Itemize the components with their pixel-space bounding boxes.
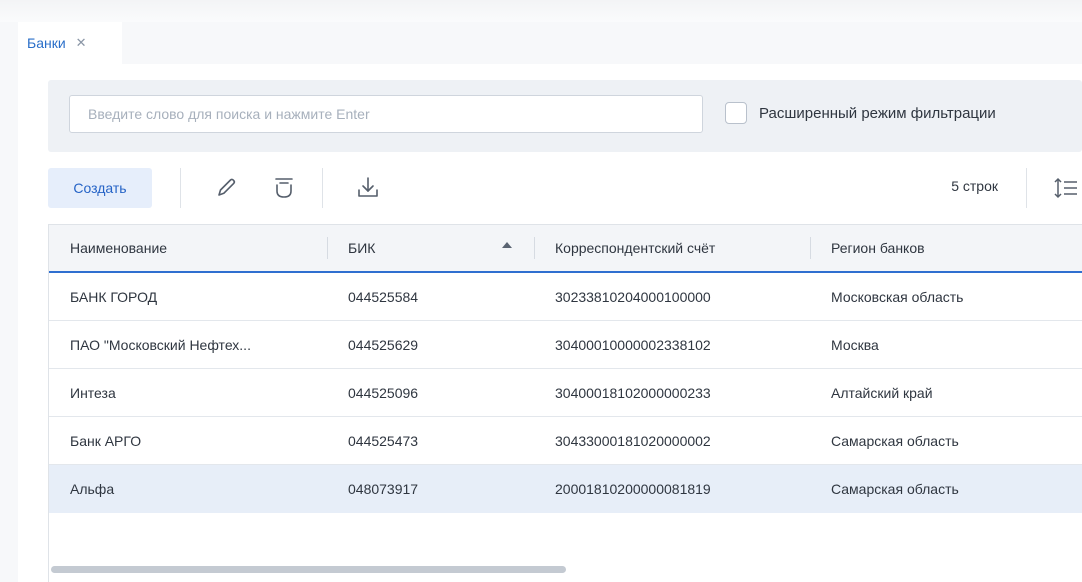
advanced-filter-checkbox[interactable] — [725, 102, 747, 124]
table-header: Наименование БИК Корреспондентский счёт … — [49, 225, 1082, 273]
cell-name: Интеза — [70, 384, 116, 401]
horizontal-scrollbar[interactable] — [51, 566, 566, 573]
app-window: Банки ✕ Расширенный режим фильтрации Соз… — [0, 0, 1082, 582]
cell-name: ПАО "Московский Нефтех... — [70, 336, 251, 353]
cell-region: Самарская область — [831, 432, 959, 449]
table-body: БАНК ГОРОД 044525584 3023381020400010000… — [49, 273, 1082, 513]
rows-count: 5 строк — [951, 178, 998, 194]
sort-ascending-icon — [502, 242, 512, 248]
create-button[interactable]: Создать — [48, 168, 152, 208]
delete-icon[interactable] — [270, 174, 298, 202]
tab-bar: Банки ✕ — [18, 22, 1082, 65]
toolbar-divider — [1026, 168, 1027, 208]
cell-account: 30400010000002338102 — [555, 336, 711, 353]
tab-banks[interactable]: Банки ✕ — [18, 22, 122, 64]
advanced-filter-label: Расширенный режим фильтрации — [759, 104, 996, 122]
toolbar-divider — [322, 168, 323, 208]
left-edge — [0, 22, 18, 582]
cell-name: Альфа — [70, 480, 115, 497]
column-header-name[interactable]: Наименование — [49, 225, 327, 271]
cell-name: Банк АРГО — [70, 432, 142, 449]
toolbar: Создать 5 строк — [48, 168, 1082, 208]
advanced-filter-toggle[interactable]: Расширенный режим фильтрации — [725, 102, 996, 124]
column-header-label: Регион банков — [831, 240, 925, 256]
table-row[interactable]: БАНК ГОРОД 044525584 3023381020400010000… — [49, 273, 1082, 321]
cell-bik: 044525629 — [348, 336, 419, 353]
cell-account: 30400018102000000233 — [555, 384, 711, 401]
cell-name: БАНК ГОРОД — [70, 288, 158, 305]
column-header-region[interactable]: Регион банков — [810, 225, 1082, 271]
banks-table: Наименование БИК Корреспондентский счёт … — [48, 224, 1082, 582]
table-row[interactable]: Банк АРГО 044525473 30433000181020000002… — [49, 417, 1082, 465]
cell-account: 20001810200000081819 — [555, 480, 711, 497]
cell-bik: 048073917 — [348, 480, 419, 497]
column-header-bik[interactable]: БИК — [327, 225, 534, 271]
tab-label: Банки — [27, 35, 66, 51]
cell-account: 30433000181020000002 — [555, 432, 711, 449]
main-content: Расширенный режим фильтрации Создать — [18, 64, 1082, 582]
cell-region: Москва — [831, 336, 879, 353]
table-row-selected[interactable]: Альфа 048073917 20001810200000081819 Сам… — [49, 465, 1082, 513]
row-height-icon[interactable] — [1052, 174, 1080, 202]
table-row[interactable]: Интеза 044525096 30400018102000000233 Ал… — [49, 369, 1082, 417]
cell-bik: 044525096 — [348, 384, 419, 401]
column-header-account[interactable]: Корреспондентский счёт — [534, 225, 810, 271]
column-header-label: Наименование — [70, 240, 168, 256]
column-header-label: БИК — [348, 240, 376, 256]
cell-region: Московская область — [831, 288, 964, 305]
edit-icon[interactable] — [212, 174, 240, 202]
column-header-label: Корреспондентский счёт — [555, 240, 716, 256]
cell-region: Алтайский край — [831, 384, 933, 401]
top-edge — [0, 0, 1082, 22]
cell-bik: 044525584 — [348, 288, 419, 305]
search-input[interactable] — [69, 95, 703, 133]
cell-bik: 044525473 — [348, 432, 419, 449]
download-icon[interactable] — [354, 174, 382, 202]
cell-account: 30233810204000100000 — [555, 288, 711, 305]
table-row[interactable]: ПАО "Московский Нефтех... 044525629 3040… — [49, 321, 1082, 369]
cell-region: Самарская область — [831, 480, 959, 497]
filter-panel: Расширенный режим фильтрации — [48, 80, 1082, 152]
toolbar-divider — [180, 168, 181, 208]
close-icon[interactable]: ✕ — [76, 35, 87, 51]
